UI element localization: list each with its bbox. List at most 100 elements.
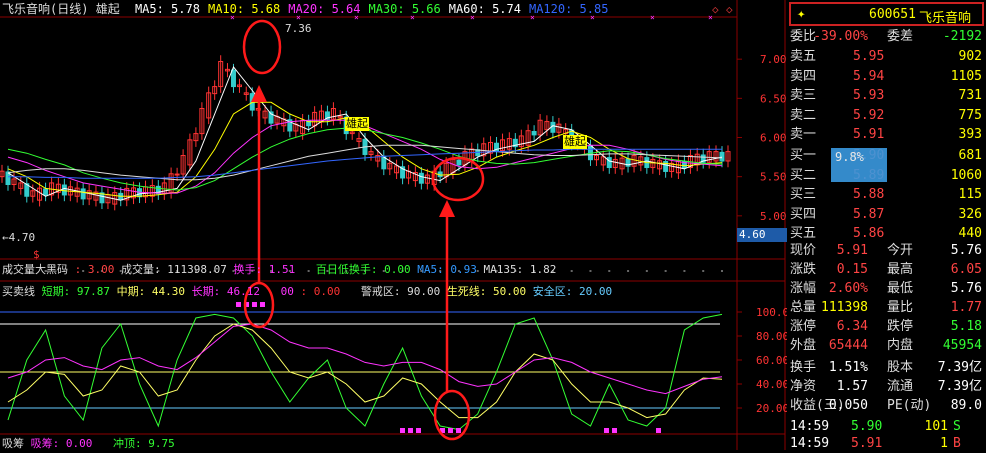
vol-dot xyxy=(627,270,630,272)
stat2-row-2-value: 0.050 xyxy=(828,398,868,413)
highlight-circle-top xyxy=(242,19,282,75)
arrow-head-2 xyxy=(439,200,455,217)
vol-ma135: MA135: 1.82 xyxy=(483,263,557,276)
pct-badge-text: 9.8% xyxy=(835,150,864,164)
buy-row[interactable]: 买五 5.86 440 xyxy=(787,225,986,243)
stat-row-2-value: 2.60% xyxy=(828,281,868,296)
stat-row-4-value: 6.34 xyxy=(836,319,868,334)
buy-label: 买四 xyxy=(790,206,817,222)
ma-label-4: MA60: 5.74 xyxy=(448,2,521,16)
sell-label: 卖二 xyxy=(790,107,817,123)
sell-row[interactable]: 卖三 5.93 731 xyxy=(787,87,986,105)
ind-y-tick-label: 20.00 xyxy=(756,402,789,415)
stat2-row-1-value2: 7.39亿 xyxy=(937,379,982,394)
xichou-value: 吸筹: 0.00 xyxy=(30,437,93,450)
sell-label: 卖五 xyxy=(790,49,817,64)
stat2-row-0: 换手 1.51% 股本 7.39亿 xyxy=(787,359,986,377)
stock-code-box[interactable]: ✦ 600651 飞乐音响 xyxy=(789,2,984,26)
candle-body xyxy=(418,172,424,184)
candle-body xyxy=(719,151,725,162)
ind-short: 短期: 97.87 xyxy=(41,285,110,298)
signal-mark xyxy=(260,302,265,307)
pct-badge: 9.8% xyxy=(831,148,887,182)
ma-label-5: MA120: 5.85 xyxy=(528,2,609,16)
diamond-icon: ◇ xyxy=(726,3,733,16)
ma-label-3: MA30: 5.66 xyxy=(368,2,441,16)
sell-row[interactable]: 卖二 5.92 775 xyxy=(787,107,986,125)
stat-row-5: 外盘 65444 内盘 45954 xyxy=(787,337,986,355)
main-chart-header: 飞乐音响(日线) 雄起 MA5: 5.78 MA10: 5.68 MA20: 5.6… xyxy=(2,2,608,16)
stat2-row-1-value: 1.57 xyxy=(836,379,868,394)
tick-price: 5.90 xyxy=(851,419,883,434)
sell-label: 卖一 xyxy=(790,127,817,142)
sell-row[interactable]: 卖四 5.94 1105 xyxy=(787,68,986,86)
vol-dot xyxy=(702,270,705,272)
buy-price: 5.87 xyxy=(853,206,885,222)
candle-body xyxy=(43,188,49,196)
stat-row-2-value2: 5.76 xyxy=(950,281,982,296)
sell-row[interactable]: 卖一 5.91 393 xyxy=(787,126,986,144)
weibi-row-value2: -2192 xyxy=(942,29,982,44)
sell-row[interactable]: 卖五 5.95 902 xyxy=(787,48,986,66)
tick-time: 14:59 xyxy=(790,436,830,451)
chongding-value: 冲顶: 9.75 xyxy=(113,437,175,450)
tick-side: S xyxy=(953,419,961,434)
signal-tag-1: 雄起 xyxy=(345,117,369,131)
stat-row-0-value2: 5.76 xyxy=(950,243,982,258)
buy-row[interactable]: 买三 5.88 115 xyxy=(787,186,986,204)
signal-mark xyxy=(416,428,421,433)
vol-low-turn: 百日低换手: 0.00 xyxy=(315,263,411,276)
signal-mark xyxy=(456,428,461,433)
stat-row-2-label2: 最低 xyxy=(887,281,914,296)
stat-row-5-label2: 内盘 xyxy=(887,338,914,353)
ind-long: 长期: 46.12 xyxy=(191,285,260,298)
tick-time: 14:59 xyxy=(790,419,830,434)
stat-row-2: 涨幅 2.60% 最低 5.76 xyxy=(787,280,986,298)
stat-row-1-label2: 最高 xyxy=(887,262,914,277)
signal-mark xyxy=(400,428,405,433)
volume-header: 成交量大黑码 : 3.00 成交量: 111398.07 换手: 1.51 百日… xyxy=(2,263,556,277)
ind-y: : 0.00 xyxy=(300,285,341,298)
stat2-row-0-label2: 股本 xyxy=(887,360,914,375)
buy-vol: 440 xyxy=(958,226,982,241)
sell-vol: 1105 xyxy=(950,68,982,84)
buy-row[interactable]: 买四 5.87 326 xyxy=(787,206,986,224)
signal-mark xyxy=(604,428,609,433)
tick-vol: 1 xyxy=(940,436,948,451)
y-tick-label: 5.50 xyxy=(760,171,787,184)
sell-vol: 731 xyxy=(958,88,982,103)
stat-row-5-value: 65444 xyxy=(828,338,868,353)
buy-vol: 326 xyxy=(958,206,982,222)
signal-mark xyxy=(448,428,453,433)
low-price-value: 4.70 xyxy=(8,231,36,244)
sell-label: 卖三 xyxy=(790,88,817,103)
candle-body xyxy=(80,188,86,200)
ma-label-1: MA10: 5.68 xyxy=(207,2,281,16)
vol-dot xyxy=(664,270,667,272)
price-mark: 4.60 xyxy=(737,228,788,242)
ind-y-tick-label: 80.00 xyxy=(756,330,789,343)
candle-body xyxy=(174,173,180,176)
y-tick-label: 5.00 xyxy=(760,210,787,223)
sell-price: 5.94 xyxy=(853,68,885,84)
dollar-mark: $ xyxy=(33,248,40,261)
ind-y-tick-label: 40.00 xyxy=(756,378,789,391)
sell-price: 5.95 xyxy=(853,49,885,64)
y-tick-label: 6.50 xyxy=(760,92,787,105)
vol-v1: : 3.00 xyxy=(74,263,115,276)
high-price-label: 7.36 xyxy=(285,22,312,35)
stat-row-5-value2: 45954 xyxy=(942,338,982,353)
sell-price: 5.93 xyxy=(853,88,885,103)
signal-mark xyxy=(408,428,413,433)
ind-line-长期 xyxy=(7,323,723,395)
y-tick-label: 6.00 xyxy=(760,132,787,145)
stat-row-1-label: 涨跌 xyxy=(790,262,817,277)
buy-price: 5.88 xyxy=(853,187,885,202)
stat-row-0: 现价 5.91 今开 5.76 xyxy=(787,242,986,260)
vol-ma5: MA5: 0.93 xyxy=(417,263,477,276)
sell-vol: 902 xyxy=(958,49,982,64)
low-price-label: ←4.70 xyxy=(2,231,36,244)
stat-row-1-value: 0.15 xyxy=(836,262,868,277)
buy-price: 5.86 xyxy=(853,226,885,241)
diamond-icon: ◇ xyxy=(712,3,719,16)
